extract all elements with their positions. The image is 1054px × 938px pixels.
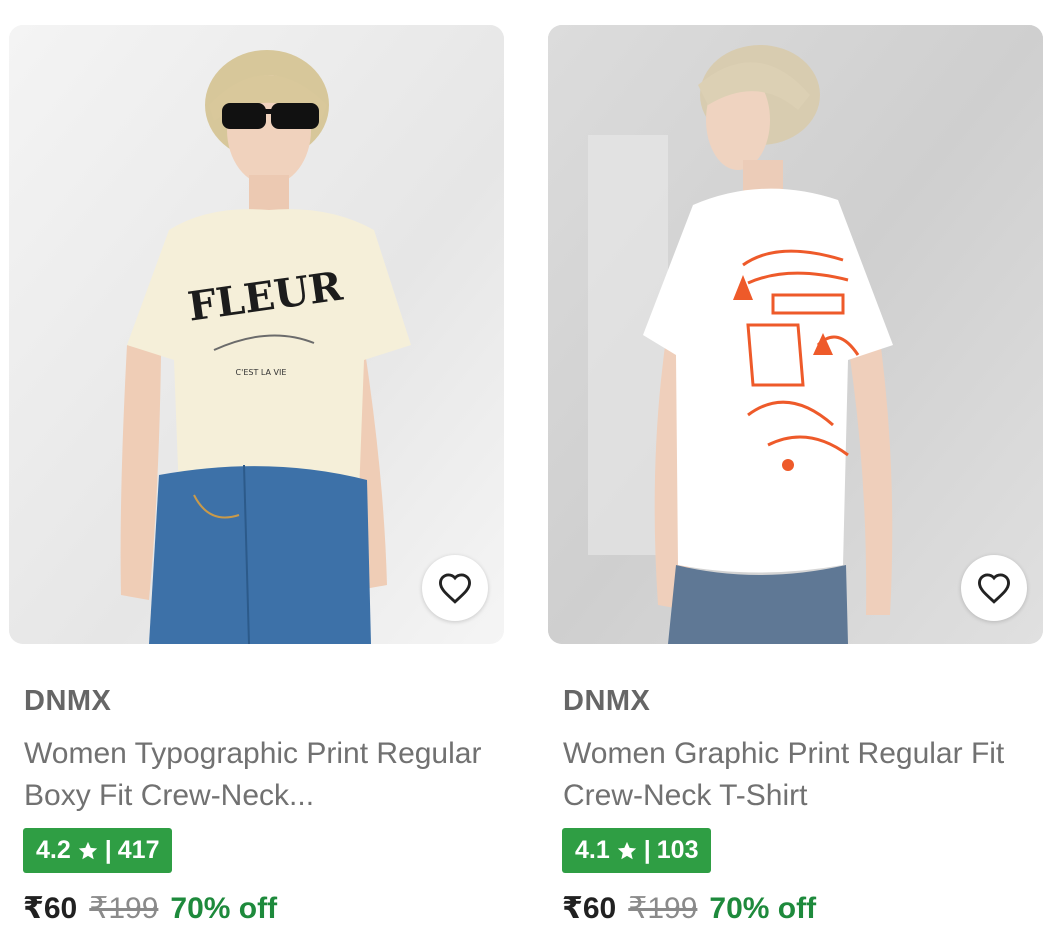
selling-price: ₹60 (562, 892, 617, 925)
review-count: 417 (117, 836, 160, 864)
product-title[interactable]: Women Typographic Print Regular Boxy Fit… (24, 733, 494, 817)
rating-separator: | (643, 836, 651, 864)
heart-outline-icon (977, 573, 1011, 604)
svg-text:C'EST LA VIE: C'EST LA VIE (236, 368, 287, 377)
rating-value: 4.2 (36, 836, 71, 864)
product-grid: FLEUR C'EST LA VIE DNMX Women Typographi… (0, 0, 1054, 938)
rating-badge: 4.2 | 417 (23, 828, 173, 873)
product-card[interactable]: FLEUR C'EST LA VIE DNMX Women Typographi… (9, 25, 504, 930)
rating-separator: | (104, 836, 112, 864)
price-row: ₹60 ₹199 70% off (562, 891, 816, 926)
rating-badge: 4.1 | 103 (562, 828, 712, 873)
product-photo-illustration (548, 25, 1043, 644)
wishlist-button[interactable] (422, 555, 488, 621)
discount-label: 70% off (709, 892, 817, 925)
price-row: ₹60 ₹199 70% off (23, 891, 277, 926)
heart-outline-icon (438, 573, 472, 604)
product-image[interactable] (548, 25, 1043, 644)
product-card[interactable]: DNMX Women Graphic Print Regular Fit Cre… (548, 25, 1043, 930)
product-brand: DNMX (24, 685, 112, 717)
star-icon (617, 841, 636, 859)
review-count: 103 (656, 836, 699, 864)
discount-label: 70% off (170, 892, 278, 925)
star-icon (78, 841, 97, 859)
selling-price: ₹60 (23, 892, 78, 925)
original-price: ₹199 (628, 892, 698, 925)
product-photo-illustration: FLEUR C'EST LA VIE (9, 25, 504, 644)
product-image[interactable]: FLEUR C'EST LA VIE (9, 25, 504, 644)
wishlist-button[interactable] (961, 555, 1027, 621)
rating-value: 4.1 (575, 836, 610, 864)
product-brand: DNMX (563, 685, 651, 717)
original-price: ₹199 (89, 892, 159, 925)
product-title[interactable]: Women Graphic Print Regular Fit Crew-Nec… (563, 733, 1033, 817)
